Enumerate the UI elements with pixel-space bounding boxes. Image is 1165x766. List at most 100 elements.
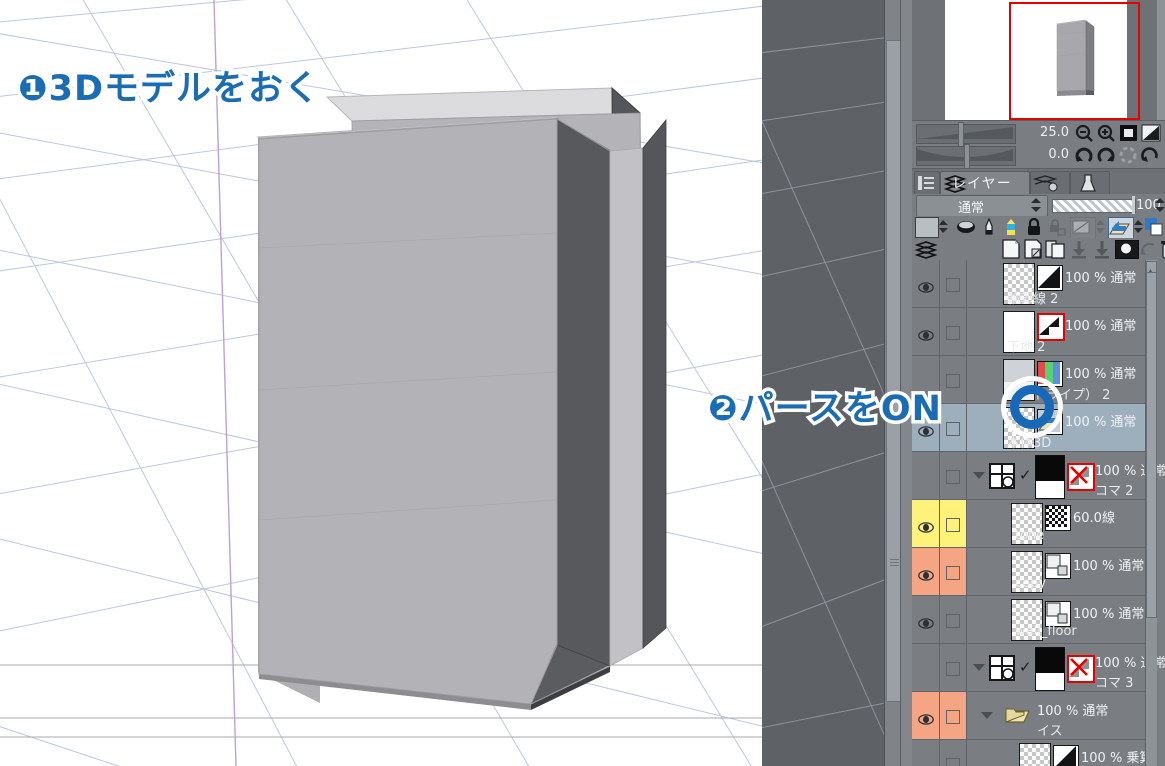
navigator-toolbar[interactable]: 25.0 0.0	[912, 120, 1165, 170]
layer-row-body[interactable]: 100 % 通常 wall_floor	[967, 596, 1157, 643]
layer-row[interactable]: ✓ 100 % 通常 コマ 3	[912, 644, 1165, 692]
layer-row-body[interactable]: 100 % 通常 イス	[967, 692, 1157, 739]
tab-material[interactable]	[1070, 171, 1110, 196]
lock-transparent-icon[interactable]	[1048, 218, 1066, 240]
layer-lock-column[interactable]	[940, 596, 967, 643]
palette-dropdown-icon[interactable]	[938, 219, 949, 238]
layer-lock-column[interactable]	[940, 308, 967, 355]
layer-lock-checkbox[interactable]	[946, 709, 960, 724]
layer-lock-checkbox[interactable]	[946, 469, 960, 484]
mask-enable-icon[interactable]	[956, 219, 976, 239]
layer-row-body[interactable]: ✓ 100 % 通常 コマ 2	[967, 452, 1165, 499]
layer-row[interactable]: 100 % 通常 wall_floor	[912, 596, 1157, 644]
navigator-panel[interactable]	[912, 0, 1165, 120]
draft-layer-icon[interactable]	[1004, 218, 1018, 240]
flip-vertical-icon2[interactable]	[1143, 123, 1165, 143]
layer-lock-checkbox[interactable]	[946, 517, 960, 532]
navigator-view-rectangle[interactable]	[1009, 2, 1140, 120]
layer-lock-checkbox[interactable]	[946, 565, 960, 580]
layer-row-body[interactable]: 100 % 通常 （ストライプ） 2	[967, 356, 1157, 403]
opacity-slider[interactable]	[1052, 199, 1136, 213]
layer-expand-triangle[interactable]	[973, 472, 985, 479]
layer-visibility-column[interactable]	[912, 644, 940, 691]
layer-visibility-column[interactable]	[912, 308, 940, 355]
layer-lock-column[interactable]	[940, 452, 967, 499]
layer-lock-column[interactable]	[940, 500, 967, 547]
layer-row[interactable]: 100 % 通常 輪郭線 2	[912, 260, 1157, 308]
layer-visibility-column[interactable]	[912, 548, 940, 595]
layer-row-body[interactable]: 100 % 乗算レイヤー 3	[967, 740, 1157, 766]
layer-row-body[interactable]: ✓ 100 % 通常 コマ 3	[967, 644, 1165, 691]
layer-row[interactable]: 60.0線 tone	[912, 500, 1157, 548]
reset-rotation-icon[interactable]	[1118, 145, 1140, 165]
clip-below-stepper-icon[interactable]	[1095, 219, 1106, 238]
layer-row[interactable]: 100 % 通常 copy	[912, 548, 1157, 596]
layer-thumbnail[interactable]	[1035, 455, 1065, 499]
layer-blend-row[interactable]: 通常 100	[912, 194, 1165, 217]
palette-tab-bar[interactable]	[912, 168, 1165, 196]
layer-lock-column[interactable]	[940, 692, 967, 739]
layer-lock-checkbox[interactable]	[946, 325, 960, 340]
navigator-scrollbar[interactable]	[1157, 0, 1165, 120]
layer-lock-column[interactable]	[940, 740, 967, 766]
clip-below-icon[interactable]	[1070, 217, 1096, 239]
layer-lock-column[interactable]	[940, 404, 967, 451]
layer-list-scrollbar-thumb[interactable]	[1146, 272, 1157, 618]
layer-row[interactable]: 100 % 乗算レイヤー 3	[912, 740, 1157, 766]
rotate-left-icon[interactable]	[1074, 145, 1096, 165]
palette-color-button[interactable]	[915, 217, 939, 238]
visibility-toggle-icon[interactable]	[918, 518, 934, 533]
layer-lock-column[interactable]	[940, 644, 967, 691]
layer-visibility-column[interactable]	[912, 260, 940, 307]
blend-mode-stepper-icon[interactable]	[1030, 197, 1042, 217]
layer-lock-checkbox[interactable]	[946, 613, 960, 628]
lock-layer-icon[interactable]	[1026, 217, 1042, 240]
visibility-toggle-icon[interactable]	[918, 566, 934, 581]
layer-lock-checkbox[interactable]	[946, 373, 960, 388]
fit-to-screen-icon[interactable]	[1118, 123, 1140, 143]
layer-lock-checkbox[interactable]	[946, 757, 960, 766]
layer-row[interactable]: 100 % 通常 イス	[912, 692, 1157, 740]
folder-effect-icon[interactable]	[1108, 217, 1134, 239]
layer-mask-icon[interactable]	[1115, 240, 1139, 259]
tab-menu[interactable]	[914, 171, 940, 196]
visibility-toggle-icon[interactable]	[918, 710, 934, 725]
rotate-snap-icon[interactable]	[1140, 145, 1162, 165]
layer-visibility-column[interactable]	[912, 500, 940, 547]
layer-lock-checkbox[interactable]	[946, 661, 960, 676]
layer-visibility-column[interactable]	[912, 740, 940, 766]
frame-check-icon[interactable]: ✓	[1019, 466, 1032, 484]
layer-expand-triangle[interactable]	[973, 664, 985, 671]
layer-visibility-column[interactable]	[912, 452, 940, 499]
layer-row[interactable]: 100 % 通常 下地 2	[912, 308, 1157, 356]
layer-row-body[interactable]: 100 % 通常 輪郭線 2	[967, 260, 1157, 307]
layer-visibility-column[interactable]	[912, 692, 940, 739]
layer-row-body[interactable]: 100 % 通常 copy	[967, 548, 1157, 595]
visibility-toggle-icon[interactable]	[918, 278, 934, 293]
layer-row-body[interactable]: 60.0線 tone	[967, 500, 1157, 547]
visibility-toggle-icon[interactable]	[918, 326, 934, 341]
layer-list[interactable]: 100 % 通常 輪郭線 2 100 % 通常 下地 2 100 % 通常 （ストライプ）…	[912, 260, 1165, 766]
rotation-slider-knob[interactable]	[964, 144, 970, 170]
layer-thumbnail[interactable]	[1035, 647, 1065, 691]
layer-lock-checkbox[interactable]	[946, 277, 960, 292]
layer-row-body[interactable]: 100 % 通常 下地 2	[967, 308, 1157, 355]
zoom-out-icon[interactable]	[1074, 123, 1096, 143]
viewport-scrollbar-thumb[interactable]	[886, 40, 901, 702]
folder-effect-stepper-icon[interactable]	[1133, 219, 1144, 238]
layer-visibility-column[interactable]	[912, 596, 940, 643]
visibility-toggle-icon[interactable]	[918, 614, 934, 629]
layer-expand-triangle[interactable]	[981, 712, 993, 719]
opacity-slider-knob[interactable]	[1132, 196, 1135, 214]
ruler-icon[interactable]	[982, 217, 996, 240]
layer-lock-column[interactable]	[940, 260, 967, 307]
layer-row[interactable]: ✓ 100 % 通常 コマ 2	[912, 452, 1165, 500]
layer-color-icon[interactable]	[1144, 217, 1164, 237]
apply-mask-icon[interactable]	[1139, 240, 1157, 261]
layer-toolbar-row-2[interactable]	[912, 238, 1165, 261]
frame-check-icon[interactable]: ✓	[1019, 658, 1032, 676]
opacity-stepper-icon[interactable]	[1154, 197, 1165, 217]
layer-lock-column[interactable]	[940, 548, 967, 595]
tab-layer-property[interactable]	[1030, 171, 1070, 196]
layer-lock-column[interactable]	[940, 356, 967, 403]
